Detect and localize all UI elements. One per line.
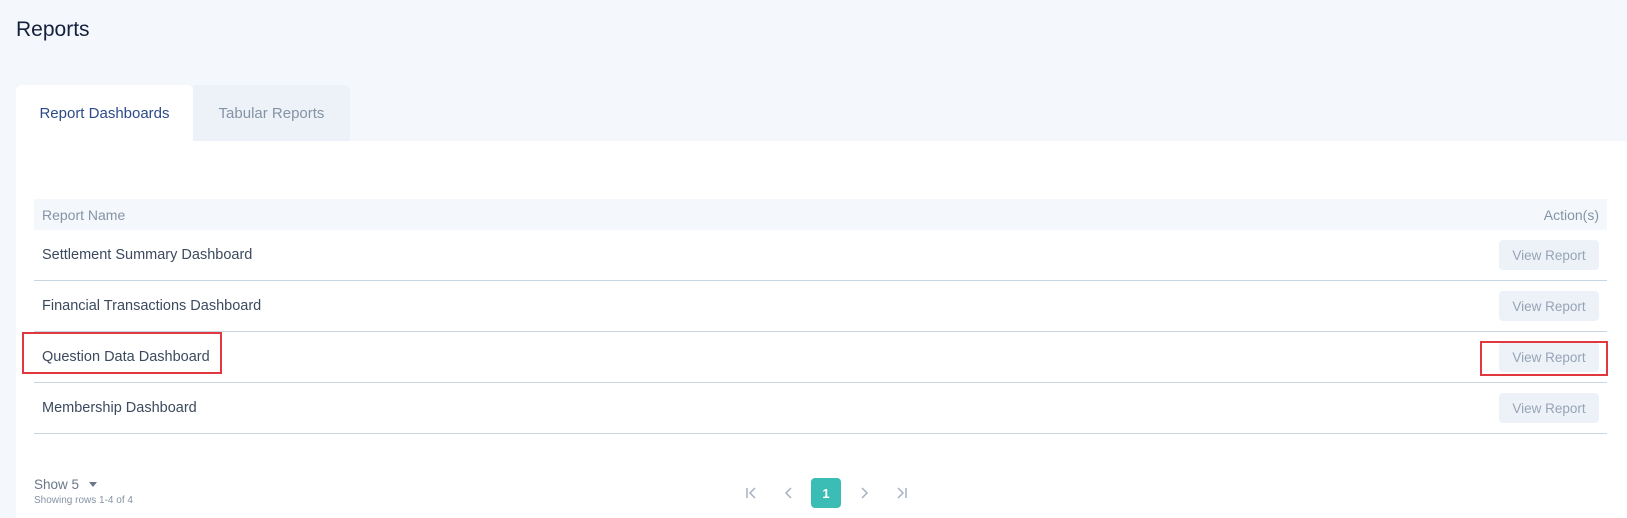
page-size-select[interactable]: Show 5 (34, 477, 133, 492)
view-report-button[interactable]: View Report (1499, 240, 1599, 270)
report-name: Financial Transactions Dashboard (42, 298, 262, 314)
tab-report-dashboards[interactable]: Report Dashboards (16, 85, 193, 141)
pagination: 1 (733, 478, 919, 508)
reports-panel: Report Name Action(s) Settlement Summary… (16, 141, 1627, 518)
column-header-actions: Action(s) (1543, 206, 1599, 223)
view-report-button[interactable]: View Report (1499, 393, 1599, 423)
report-name: Question Data Dashboard (42, 349, 210, 365)
table-row: Settlement Summary Dashboard View Report (34, 230, 1607, 281)
column-header-report-name[interactable]: Report Name (42, 207, 125, 223)
next-page-icon[interactable] (845, 478, 882, 508)
caret-down-icon (89, 482, 98, 487)
report-tabs: Report Dashboards Tabular Reports (16, 85, 350, 141)
reports-table: Report Name Action(s) Settlement Summary… (34, 199, 1607, 434)
prev-page-icon[interactable] (770, 478, 807, 508)
rows-count-text: Showing rows 1-4 of 4 (34, 495, 133, 506)
table-header: Report Name Action(s) (34, 199, 1607, 230)
table-row: Membership Dashboard View Report (34, 383, 1607, 434)
view-report-button[interactable]: View Report (1499, 291, 1599, 321)
table-row: Question Data Dashboard View Report (34, 332, 1607, 383)
page-number-current[interactable]: 1 (811, 478, 841, 508)
first-page-icon[interactable] (733, 478, 770, 508)
last-page-icon[interactable] (882, 478, 919, 508)
view-report-button[interactable]: View Report (1499, 342, 1599, 372)
report-name: Membership Dashboard (42, 400, 197, 416)
table-row: Financial Transactions Dashboard View Re… (34, 281, 1607, 332)
page-title: Reports (16, 18, 90, 41)
page-size-control: Show 5 Showing rows 1-4 of 4 (34, 477, 133, 506)
page-size-label: Show 5 (34, 477, 80, 492)
tab-tabular-reports[interactable]: Tabular Reports (193, 85, 350, 141)
report-name: Settlement Summary Dashboard (42, 247, 253, 263)
